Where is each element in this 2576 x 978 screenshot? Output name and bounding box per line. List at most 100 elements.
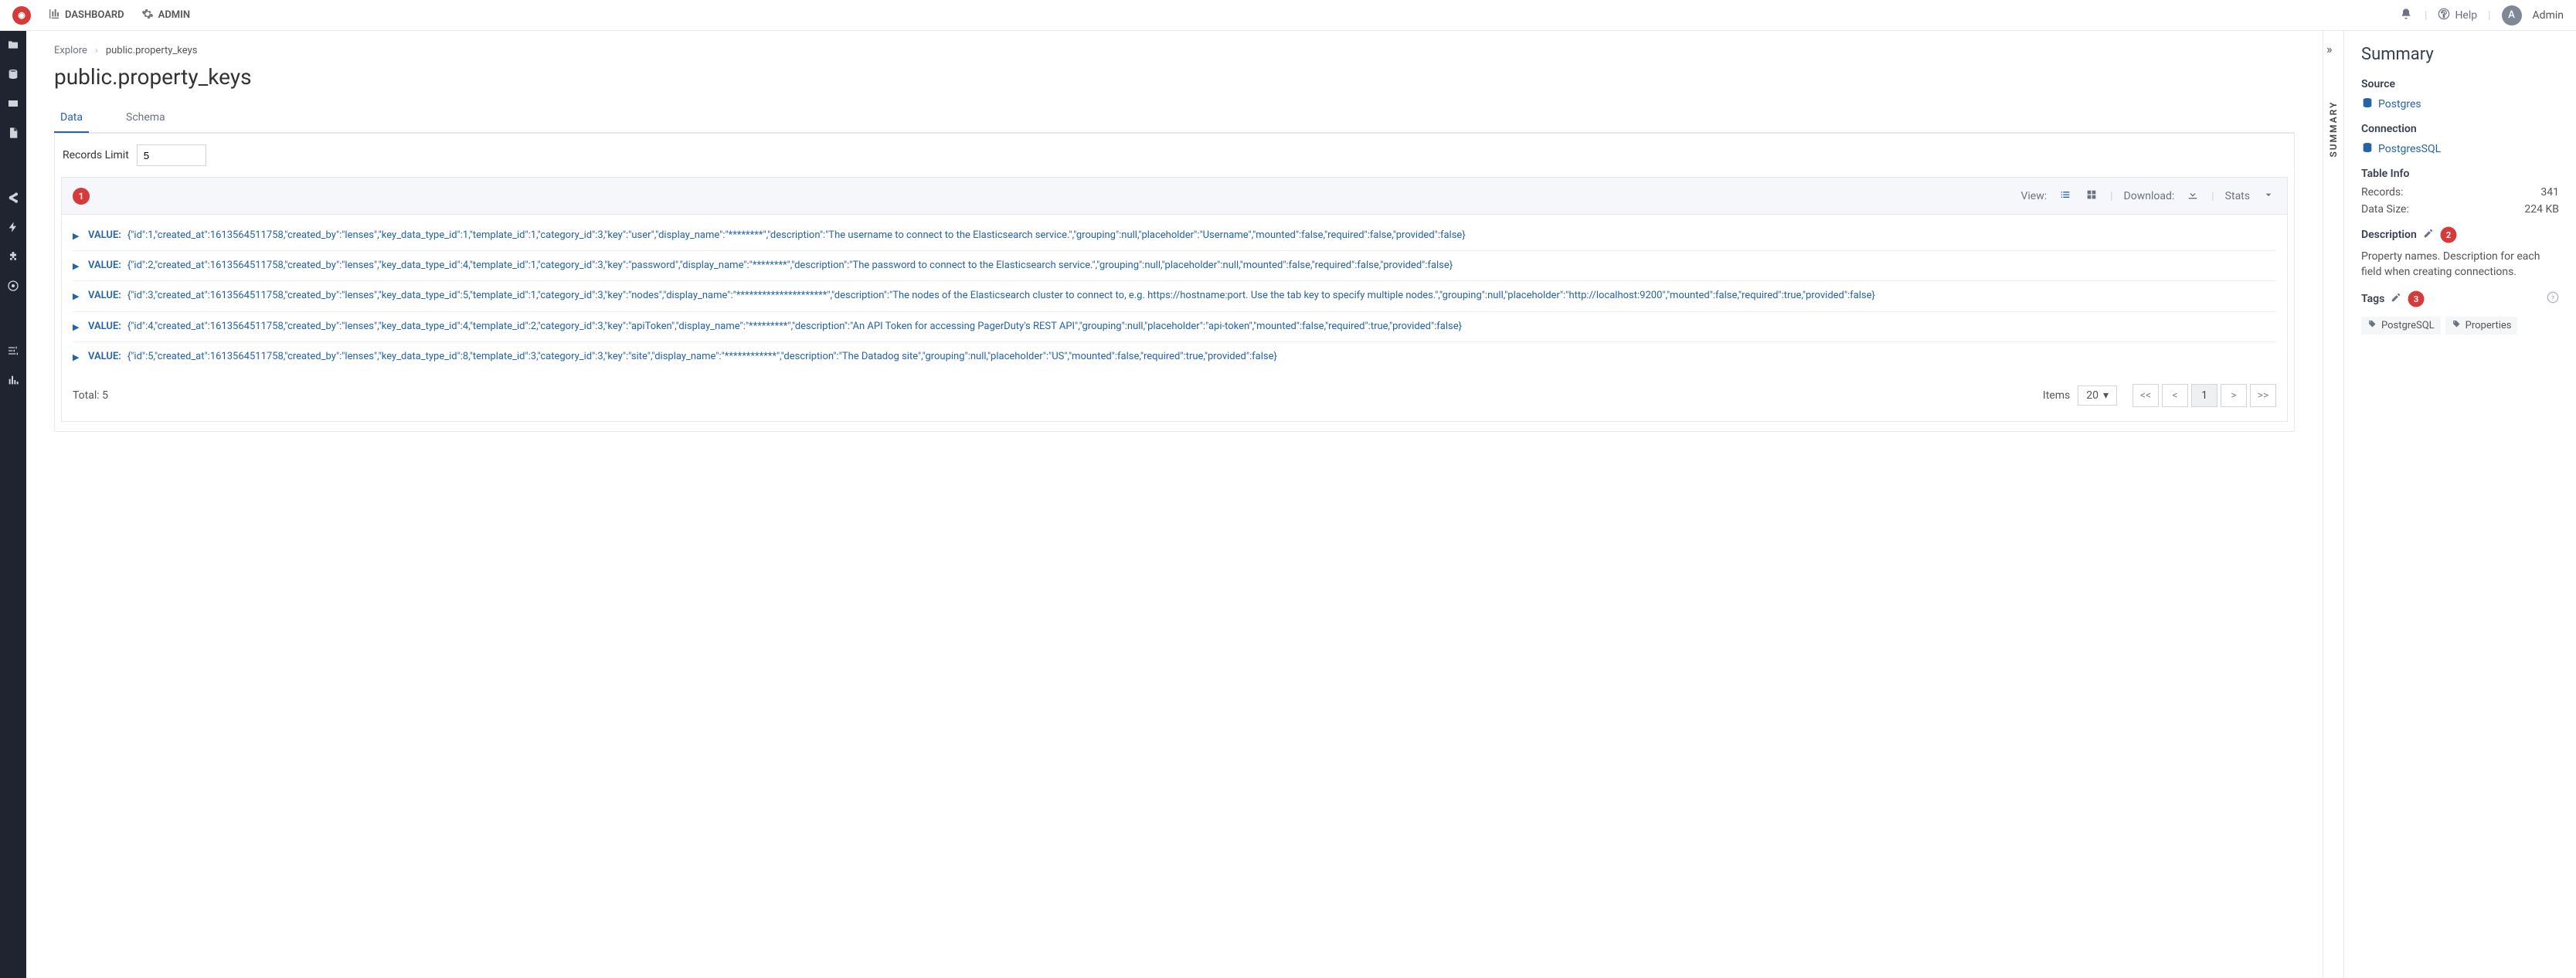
record-row: ▶VALUE:{"id":3,"created_at":161356451175… xyxy=(73,281,2276,311)
grid-view-icon[interactable] xyxy=(2084,187,2099,205)
caret-down-icon: ▾ xyxy=(2103,389,2109,402)
avatar-initial: A xyxy=(2508,9,2515,21)
page-prev[interactable]: < xyxy=(2162,384,2188,407)
records-key: Records: xyxy=(2361,186,2404,199)
tag-label: PostgreSQL xyxy=(2381,320,2435,331)
help-label: Help xyxy=(2455,9,2477,22)
tags-heading: Tags 3 ? xyxy=(2361,290,2559,307)
source-heading: Source xyxy=(2361,78,2559,90)
file-icon[interactable] xyxy=(7,127,19,142)
tag-label: Properties xyxy=(2466,320,2512,331)
edit-icon[interactable] xyxy=(2391,292,2401,306)
tags-list: PostgreSQL Properties xyxy=(2361,314,2559,334)
summary-rail: » SUMMARY xyxy=(2323,31,2344,978)
annotation-1: 1 xyxy=(73,188,90,205)
sliders-icon[interactable] xyxy=(7,345,19,360)
main-content: Explore › public.property_keys public.pr… xyxy=(26,31,2323,978)
data-panel: 1 View: | Download: | Stats xyxy=(61,177,2288,422)
download-icon[interactable] xyxy=(2185,187,2200,205)
value-label: VALUE: xyxy=(88,351,121,362)
annotation-2: 2 xyxy=(2440,227,2456,243)
tab-data[interactable]: Data xyxy=(54,104,89,133)
folder-icon[interactable] xyxy=(7,39,19,54)
records-value: 341 xyxy=(2540,186,2559,199)
tag-icon xyxy=(2367,320,2377,331)
svg-text:?: ? xyxy=(2551,295,2554,303)
nav-dashboard[interactable]: DASHBOARD xyxy=(48,8,124,23)
username: Admin xyxy=(2533,9,2564,22)
separator: | xyxy=(2425,9,2427,22)
help-icon xyxy=(2438,8,2450,23)
tags-heading-label: Tags xyxy=(2361,293,2384,305)
records-row: Records: 341 xyxy=(2361,186,2559,199)
summary-title: Summary xyxy=(2361,45,2559,64)
expand-icon[interactable]: ▶ xyxy=(73,291,82,301)
tag[interactable]: Properties xyxy=(2445,317,2518,334)
breadcrumb: Explore › public.property_keys xyxy=(54,45,2295,56)
tag[interactable]: PostgreSQL xyxy=(2361,317,2441,334)
nav-admin[interactable]: ADMIN xyxy=(141,8,190,23)
description-heading: Description 2 xyxy=(2361,226,2559,243)
content-box: Records Limit 1 View: | Download: xyxy=(54,133,2295,432)
value-label: VALUE: xyxy=(88,229,121,241)
help-icon[interactable]: ? xyxy=(2547,291,2559,307)
records-limit-label: Records Limit xyxy=(63,149,129,161)
help-link[interactable]: Help xyxy=(2438,8,2477,23)
card-icon[interactable] xyxy=(7,97,19,113)
page-current[interactable]: 1 xyxy=(2191,384,2217,407)
value-label: VALUE: xyxy=(88,260,121,271)
datasize-value: 224 KB xyxy=(2524,203,2559,216)
chart-icon xyxy=(48,8,60,23)
description-text: Property names. Description for each fie… xyxy=(2361,250,2559,280)
chevron-down-icon[interactable] xyxy=(2261,187,2276,205)
breadcrumb-current: public.property_keys xyxy=(106,45,198,56)
items-per-page[interactable]: 20 ▾ xyxy=(2078,385,2117,406)
app-logo[interactable]: ◉ xyxy=(12,6,31,25)
record-row: ▶ VALUE: {"id":2,"created_at":161356451175… xyxy=(73,251,2276,281)
expand-icon[interactable]: ▶ xyxy=(73,231,82,241)
collapse-icon[interactable]: » xyxy=(2326,42,2333,56)
expand-icon[interactable]: ▶ xyxy=(73,261,82,271)
separator: | xyxy=(2488,9,2490,22)
barchart-icon[interactable] xyxy=(7,374,19,389)
edit-icon[interactable] xyxy=(2423,228,2434,242)
panel-footer: Total: 5 Items 20 ▾ << < 1 xyxy=(62,375,2287,421)
database-icon[interactable] xyxy=(7,68,19,83)
bell-icon[interactable] xyxy=(2398,6,2414,25)
annotation-3: 3 xyxy=(2408,291,2425,307)
breadcrumb-root[interactable]: Explore xyxy=(54,45,87,56)
value-json: {"id":2,"created_at":1613564511758,"crea… xyxy=(127,259,1453,273)
page-last[interactable]: >> xyxy=(2250,384,2276,407)
tag-icon xyxy=(2452,320,2461,331)
tabs: Data Schema xyxy=(54,104,2295,133)
connection-link[interactable]: PostgresSQL xyxy=(2361,141,2559,157)
source-link[interactable]: Postgres xyxy=(2361,97,2559,112)
list-view-icon[interactable] xyxy=(2058,187,2073,205)
tab-schema[interactable]: Schema xyxy=(120,104,172,132)
gear-icon xyxy=(141,8,154,23)
record-row: ▶VALUE:{"id":4,"created_at":161356451175… xyxy=(73,312,2276,342)
separator: | xyxy=(2110,190,2112,202)
summary-panel: Summary Source Postgres Connection Postg… xyxy=(2344,31,2576,978)
records-limit-row: Records Limit xyxy=(55,134,2294,177)
datasize-row: Data Size: 224 KB xyxy=(2361,203,2559,216)
stats-label: Stats xyxy=(2225,190,2250,202)
expand-icon[interactable]: ▶ xyxy=(73,322,82,332)
page-title: public.property_keys xyxy=(54,64,2295,90)
separator: | xyxy=(2211,190,2214,202)
database-icon xyxy=(2361,97,2374,112)
panel-header: 1 View: | Download: | Stats xyxy=(62,178,2287,215)
nav-dashboard-label: DASHBOARD xyxy=(65,9,124,21)
records-limit-input[interactable] xyxy=(137,144,206,166)
target-icon[interactable] xyxy=(7,280,19,295)
expand-icon[interactable]: ▶ xyxy=(73,352,82,362)
items-label: Items xyxy=(2043,389,2070,402)
page-next[interactable]: > xyxy=(2221,384,2247,407)
pager: << < 1 > >> xyxy=(2133,384,2276,407)
share-icon[interactable] xyxy=(7,192,19,207)
avatar[interactable]: A xyxy=(2502,5,2522,25)
plugin-icon[interactable] xyxy=(7,250,19,266)
bolt-icon[interactable] xyxy=(7,221,19,236)
rail-label: SUMMARY xyxy=(2328,100,2339,157)
page-first[interactable]: << xyxy=(2133,384,2159,407)
